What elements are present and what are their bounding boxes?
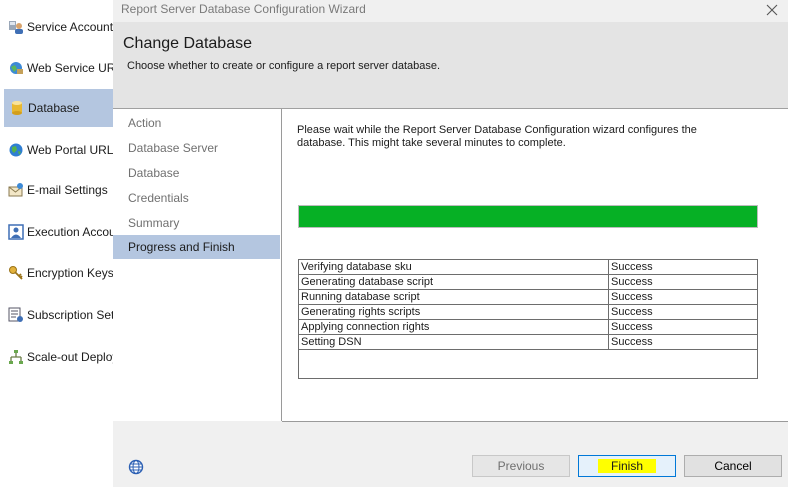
wizard-title-bar: Report Server Database Configuration Wiz… <box>113 0 788 22</box>
task-cell: Setting DSN <box>299 334 609 350</box>
page-subtitle: Choose whether to create or configure a … <box>127 60 441 72</box>
database-icon <box>9 100 25 116</box>
wizard-title: Report Server Database Configuration Wiz… <box>121 2 366 16</box>
progress-message: Please wait while the Report Server Data… <box>297 124 697 149</box>
wizard-content: Please wait while the Report Server Data… <box>282 109 788 422</box>
step-summary[interactable]: Summary <box>113 211 280 235</box>
nav-item-label: E-mail Settings <box>27 183 108 197</box>
nav-item-scale-out-deployment[interactable]: Scale-out Deployment <box>0 338 113 376</box>
nav-item-label: Execution Account <box>27 225 113 239</box>
page-title: Change Database <box>123 35 252 52</box>
email-icon <box>8 182 24 198</box>
status-cell: Success <box>608 260 757 275</box>
app-navigation: Service Account Web Service URL Database… <box>0 0 113 487</box>
table-row: Setting DSN Success <box>299 334 757 350</box>
scale-out-icon <box>8 349 24 365</box>
help-globe-icon <box>128 459 144 475</box>
task-cell: Applying connection rights <box>299 319 609 335</box>
nav-item-label: Database <box>28 101 80 115</box>
status-list: Verifying database sku Success Generatin… <box>298 259 758 379</box>
finish-button-label: Finish <box>597 459 656 473</box>
nav-item-label: Service Account <box>27 20 113 34</box>
table-row: Generating rights scripts Success <box>299 304 757 320</box>
nav-item-label: Web Portal URL <box>27 143 113 157</box>
status-cell: Success <box>608 319 757 335</box>
status-cell: Success <box>608 289 757 305</box>
table-row: Generating database script Success <box>299 274 757 290</box>
nav-item-subscription-settings[interactable]: Subscription Settings <box>0 296 113 334</box>
status-cell: Success <box>608 304 757 320</box>
cancel-button[interactable]: Cancel <box>684 455 782 477</box>
step-action[interactable]: Action <box>113 111 280 135</box>
globe-icon <box>8 142 24 158</box>
nav-item-web-service-url[interactable]: Web Service URL <box>0 49 113 87</box>
nav-item-label: Encryption Keys <box>27 266 113 280</box>
nav-item-service-account[interactable]: Service Account <box>0 8 113 46</box>
wizard-steps: Action Database Server Database Credenti… <box>113 109 282 421</box>
previous-button[interactable]: Previous <box>472 455 570 477</box>
finish-button[interactable]: Finish <box>578 455 676 477</box>
table-row: Running database script Success <box>299 289 757 305</box>
nav-item-encryption-keys[interactable]: Encryption Keys <box>0 254 113 292</box>
table-row: Applying connection rights Success <box>299 319 757 335</box>
task-cell: Verifying database sku <box>299 260 609 275</box>
service-account-icon <box>8 19 24 35</box>
task-cell: Generating database script <box>299 274 609 290</box>
task-cell: Running database script <box>299 289 609 305</box>
status-table: Verifying database sku Success Generatin… <box>299 260 757 350</box>
user-account-icon <box>8 224 24 240</box>
step-database[interactable]: Database <box>113 161 280 185</box>
step-credentials[interactable]: Credentials <box>113 186 280 210</box>
status-cell: Success <box>608 334 757 350</box>
progress-bar <box>298 205 758 228</box>
close-button[interactable] <box>762 1 782 19</box>
close-icon <box>766 4 778 16</box>
help-button[interactable] <box>128 459 144 475</box>
nav-item-email-settings[interactable]: E-mail Settings <box>0 171 113 209</box>
step-database-server[interactable]: Database Server <box>113 136 280 160</box>
nav-item-label: Subscription Settings <box>27 308 113 322</box>
database-configuration-wizard: Report Server Database Configuration Wiz… <box>113 0 788 487</box>
nav-item-database[interactable]: Database <box>4 89 113 127</box>
nav-item-label: Scale-out Deployment <box>27 350 113 364</box>
nav-item-execution-account[interactable]: Execution Account <box>0 213 113 251</box>
task-cell: Generating rights scripts <box>299 304 609 320</box>
nav-item-web-portal-url[interactable]: Web Portal URL <box>0 131 113 169</box>
subscription-icon <box>8 307 24 323</box>
key-icon <box>8 265 24 281</box>
nav-item-label: Web Service URL <box>27 61 113 75</box>
wizard-footer: Previous Finish Cancel <box>113 422 788 487</box>
web-service-icon <box>8 60 24 76</box>
status-cell: Success <box>608 274 757 290</box>
progress-bar-fill <box>299 206 757 227</box>
table-row: Verifying database sku Success <box>299 260 757 275</box>
step-progress-and-finish[interactable]: Progress and Finish <box>113 235 280 259</box>
wizard-header: Change Database Choose whether to create… <box>113 22 788 109</box>
